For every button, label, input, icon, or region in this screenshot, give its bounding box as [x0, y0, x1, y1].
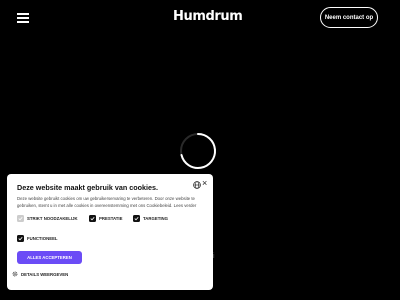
- menu-bar: [17, 13, 29, 15]
- globe-icon[interactable]: [193, 181, 201, 189]
- accept-all-button[interactable]: ALLES ACCEPTEREN: [17, 251, 82, 264]
- details-label: DETAILS WEERGEVEN: [21, 271, 69, 277]
- option-targeting[interactable]: TARGETING: [133, 215, 168, 222]
- check-icon: [18, 216, 23, 221]
- check-icon: [90, 216, 95, 221]
- menu-bar: [17, 17, 29, 19]
- cookie-dialog: Deze website maakt gebruik van cookies. …: [7, 174, 213, 290]
- gear-icon: [12, 271, 18, 277]
- check-icon: [18, 236, 23, 241]
- spinner-icon: [180, 133, 217, 169]
- option-performance[interactable]: PRESTATIE: [89, 215, 122, 222]
- checkbox[interactable]: [17, 215, 24, 222]
- checkbox[interactable]: [89, 215, 96, 222]
- option-label: TARGETING: [143, 216, 168, 221]
- option-label: FUNCTIONEEL: [27, 236, 58, 241]
- option-label: STRIKT NOODZAKELIJK: [27, 216, 78, 221]
- option-label: PRESTATIE: [99, 216, 123, 221]
- checkbox[interactable]: [133, 215, 140, 222]
- checkbox[interactable]: [17, 235, 24, 242]
- cookie-title: Deze website maakt gebruik van cookies.: [17, 183, 159, 192]
- check-icon: [134, 216, 139, 221]
- option-functional[interactable]: FUNCTIONEEL: [17, 235, 58, 242]
- menu-icon[interactable]: [17, 13, 29, 23]
- close-icon[interactable]: ×: [202, 178, 207, 188]
- brand-logo[interactable]: Humdrum: [173, 9, 243, 24]
- stray-text: i: [213, 253, 215, 260]
- menu-bar: [17, 21, 29, 23]
- option-strict[interactable]: STRIKT NOODZAKELIJK: [17, 215, 78, 222]
- show-details-button[interactable]: DETAILS WEERGEVEN: [12, 271, 68, 277]
- contact-button[interactable]: Neem contact op: [320, 7, 378, 28]
- cookie-description: Deze website gebruikt cookies om uw gebr…: [17, 196, 197, 208]
